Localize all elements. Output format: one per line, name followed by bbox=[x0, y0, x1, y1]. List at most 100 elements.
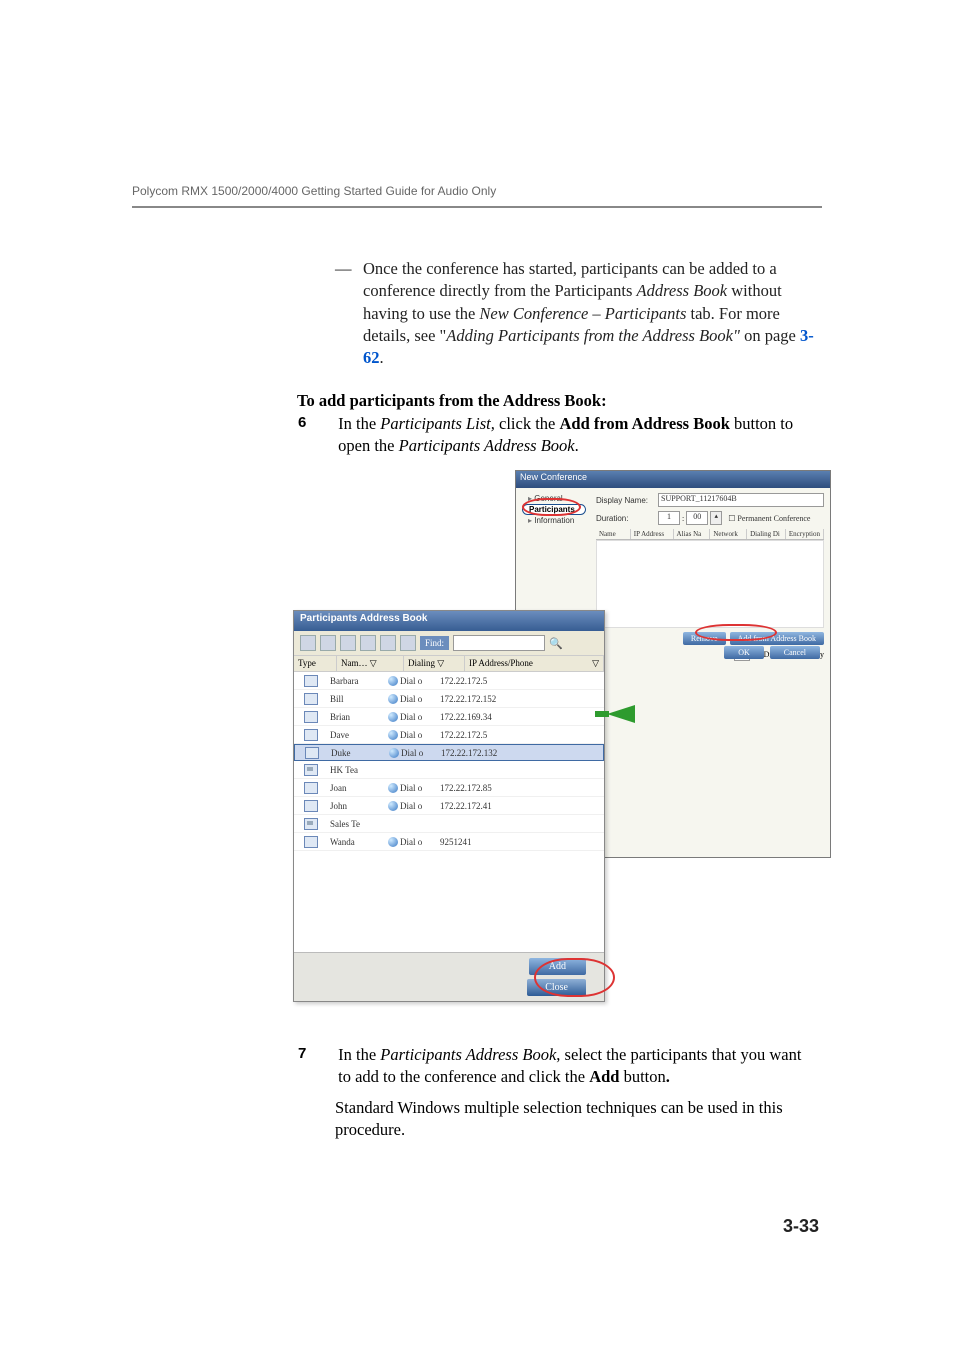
globe-icon bbox=[388, 676, 398, 686]
pab-grid-header: Type Nam… ▽ Dialing ▽ IP Address/Phone▽ bbox=[294, 655, 604, 672]
table-row[interactable]: John Dial o172.22.172.41 bbox=[294, 797, 604, 815]
row-name: Brian bbox=[328, 712, 388, 722]
bullet-text-4: on page bbox=[740, 326, 800, 345]
table-row[interactable]: Brian Dial o172.22.169.34 bbox=[294, 708, 604, 726]
participants-grid-body bbox=[596, 540, 824, 628]
table-row[interactable]: HK Tea bbox=[294, 761, 604, 779]
col-alias[interactable]: Alias Na bbox=[674, 529, 711, 539]
col-dialing[interactable]: Dialing Di bbox=[747, 529, 786, 539]
row-dialing: Dial o bbox=[388, 712, 440, 722]
step-6-text: In the Participants List, click the Add … bbox=[338, 413, 818, 458]
step6-b: click the bbox=[495, 414, 560, 433]
globe-icon bbox=[388, 783, 398, 793]
col-name[interactable]: Name bbox=[596, 529, 631, 539]
nav-information[interactable]: ▸ Information bbox=[522, 515, 586, 526]
row-dialing: Dial o bbox=[388, 694, 440, 704]
step-7-text: In the Participants Address Book, select… bbox=[338, 1044, 818, 1089]
participant-icon bbox=[305, 747, 319, 759]
permanent-conference-checkbox[interactable]: ☐ Permanent Conference bbox=[728, 514, 810, 523]
display-name-input[interactable]: SUPPORT_11217604B bbox=[658, 493, 824, 507]
pab-col-name-label: Nam… bbox=[341, 658, 368, 668]
table-row[interactable]: Barbara Dial o172.22.172.5 bbox=[294, 672, 604, 690]
bullet-em-1: Address Book bbox=[637, 281, 728, 300]
duration-mins[interactable]: 00 bbox=[686, 511, 708, 525]
dash-bullet: — bbox=[335, 258, 363, 369]
step-number-7: 7 bbox=[298, 1044, 334, 1064]
row-ip: 172.22.172.152 bbox=[440, 694, 604, 704]
search-icon[interactable]: 🔍 bbox=[549, 636, 563, 650]
pab-col-name[interactable]: Nam… ▽ bbox=[337, 656, 404, 671]
pab-grid-body: Barbara Dial o172.22.172.5Bill Dial o172… bbox=[294, 672, 604, 952]
toolbar-icon-4[interactable] bbox=[360, 635, 376, 651]
toolbar-icon-2[interactable] bbox=[320, 635, 336, 651]
row-dialing: Dial o bbox=[388, 801, 440, 811]
step6-tail: . bbox=[575, 436, 579, 455]
row-type-icon bbox=[294, 764, 328, 776]
table-row[interactable]: Bill Dial o172.22.172.152 bbox=[294, 690, 604, 708]
running-header: Polycom RMX 1500/2000/4000 Getting Start… bbox=[132, 184, 496, 198]
toolbar-icon-1[interactable] bbox=[300, 635, 316, 651]
toolbar-icon-6[interactable] bbox=[400, 635, 416, 651]
row-name: Bill bbox=[328, 694, 388, 704]
row-ip: 172.22.169.34 bbox=[440, 712, 604, 722]
table-row[interactable]: Sales Te bbox=[294, 815, 604, 833]
step6-strong: Add from Address Book bbox=[560, 414, 730, 433]
pab-title: Participants Address Book bbox=[294, 611, 604, 631]
bullet-tail: . bbox=[380, 348, 384, 367]
row-ip: 172.22.172.132 bbox=[441, 748, 603, 758]
col-network[interactable]: Network bbox=[710, 529, 747, 539]
row-type-icon bbox=[294, 675, 328, 687]
row-dialing: Dial o bbox=[389, 748, 441, 758]
col-encryption[interactable]: Encryption bbox=[786, 529, 824, 539]
table-row[interactable]: Dave Dial o172.22.172.5 bbox=[294, 726, 604, 744]
row-name: John bbox=[328, 801, 388, 811]
find-label: Find: bbox=[420, 636, 449, 650]
step6-em2: Participants Address Book bbox=[399, 436, 575, 455]
row-type-icon bbox=[294, 818, 328, 830]
step6-a: In the bbox=[338, 414, 380, 433]
participant-icon bbox=[304, 711, 318, 723]
page-number: 3-33 bbox=[783, 1216, 819, 1237]
participants-address-book-dialog: Participants Address Book Find: 🔍 Type N… bbox=[293, 610, 605, 1002]
table-row[interactable]: Duke Dial o172.22.172.132 bbox=[294, 744, 604, 761]
toolbar-icon-5[interactable] bbox=[380, 635, 396, 651]
bullet-em-3: Adding Participants from the Address Boo… bbox=[446, 326, 740, 345]
find-input[interactable] bbox=[453, 635, 545, 651]
toolbar-icon-3[interactable] bbox=[340, 635, 356, 651]
ok-button[interactable]: OK bbox=[724, 646, 764, 659]
bullet-paragraph: — Once the conference has started, parti… bbox=[335, 258, 821, 369]
dialog-title: New Conference bbox=[516, 471, 830, 488]
table-row[interactable]: Joan Dial o172.22.172.85 bbox=[294, 779, 604, 797]
row-ip: 172.22.172.5 bbox=[440, 676, 604, 686]
row-dialing: Dial o bbox=[388, 676, 440, 686]
display-name-label: Display Name: bbox=[596, 496, 658, 505]
col-ip[interactable]: IP Address bbox=[631, 529, 674, 539]
permanent-conference-label: Permanent Conference bbox=[737, 514, 810, 523]
table-row[interactable]: Wanda Dial o9251241 bbox=[294, 833, 604, 851]
participant-icon bbox=[304, 800, 318, 812]
row-name: Sales Te bbox=[328, 819, 388, 829]
row-type-icon bbox=[294, 836, 328, 848]
globe-icon bbox=[388, 694, 398, 704]
step-number-6: 6 bbox=[298, 413, 334, 433]
row-ip: 9251241 bbox=[440, 837, 604, 847]
row-dialing: Dial o bbox=[388, 783, 440, 793]
globe-icon bbox=[389, 748, 399, 758]
pab-col-dialing[interactable]: Dialing ▽ bbox=[404, 656, 465, 671]
pab-col-ip[interactable]: IP Address/Phone▽ bbox=[465, 656, 604, 671]
row-type-icon bbox=[295, 747, 329, 759]
participant-icon bbox=[304, 675, 318, 687]
step7-strong: Add bbox=[589, 1067, 619, 1086]
nav-information-label: Information bbox=[534, 516, 574, 525]
row-type-icon bbox=[294, 729, 328, 741]
duration-spinner[interactable]: ▴ bbox=[710, 511, 722, 525]
row-name: Wanda bbox=[328, 837, 388, 847]
callout-participants-tab bbox=[522, 498, 581, 516]
duration-hours[interactable]: 1 bbox=[658, 511, 680, 525]
participant-icon bbox=[304, 836, 318, 848]
pab-col-type[interactable]: Type bbox=[294, 656, 337, 671]
step7-tail: . bbox=[666, 1067, 670, 1086]
cancel-button[interactable]: Cancel bbox=[770, 646, 820, 659]
row-ip: 172.22.172.85 bbox=[440, 783, 604, 793]
procedure-heading: To add participants from the Address Boo… bbox=[297, 391, 607, 411]
